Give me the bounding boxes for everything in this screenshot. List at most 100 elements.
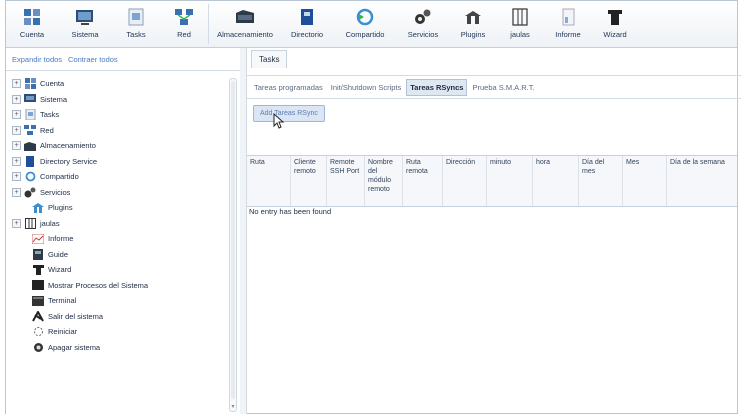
- column-header[interactable]: minuto: [487, 156, 533, 206]
- expand-icon[interactable]: +: [12, 94, 21, 104]
- tree-item-terminal[interactable]: Terminal: [6, 293, 228, 309]
- tree-item-directory-service[interactable]: + Directory Service: [6, 154, 228, 170]
- toolbar-tasks-button[interactable]: Tasks: [112, 1, 160, 47]
- toolbar-almacenamiento-button[interactable]: Almacenamiento: [209, 1, 281, 47]
- tree-item-plugins[interactable]: Plugins: [6, 200, 228, 216]
- expand-icon[interactable]: +: [12, 141, 21, 151]
- directory-icon: [297, 7, 317, 27]
- toolbar-jaulas-button[interactable]: jaulas: [497, 1, 543, 47]
- subtab-init-shutdown[interactable]: Init/Shutdown Scripts: [328, 80, 404, 95]
- toolbar-plugins-button[interactable]: Plugins: [449, 1, 497, 47]
- wizard-icon: [605, 7, 625, 27]
- shared-icon: [24, 171, 36, 183]
- storage-icon: [235, 7, 255, 27]
- tree-item-salir[interactable]: Salir del sistema: [6, 309, 228, 325]
- expand-all-link[interactable]: Expandir todos: [12, 55, 62, 64]
- tree-item-cuenta[interactable]: + Cuenta: [6, 76, 228, 92]
- subtab-tareas-rsyncs[interactable]: Tareas RSyncs: [406, 78, 468, 96]
- tree-item-tasks[interactable]: + Tasks: [6, 107, 228, 123]
- scroll-down-icon[interactable]: ▾: [230, 403, 236, 411]
- app-window: Cuenta Sistema Tasks Red Almacenamiento …: [5, 0, 741, 414]
- tree-item-guide[interactable]: Guide: [6, 247, 228, 263]
- tree-item-label: Tasks: [40, 110, 60, 120]
- tasks-icon: [126, 7, 146, 27]
- tree-item-label: Salir del sistema: [48, 311, 104, 321]
- column-header[interactable]: hora: [533, 156, 579, 206]
- toolbar-red-button[interactable]: Red: [160, 1, 208, 47]
- column-header[interactable]: Ruta: [247, 156, 291, 206]
- tree-item-almacenamiento[interactable]: + Almacenamiento: [6, 138, 228, 154]
- scrollbar-thumb[interactable]: [231, 81, 235, 399]
- top-toolbar: Cuenta Sistema Tasks Red Almacenamiento …: [6, 1, 737, 48]
- tree-item-jaulas[interactable]: + jaulas: [6, 216, 228, 232]
- tree-item-red[interactable]: + Red: [6, 123, 228, 139]
- navigation-panel: Expandir todos Contraer todos + Cuenta + S…: [6, 48, 241, 414]
- toolbar-label: Plugins: [460, 30, 486, 39]
- mouse-cursor-icon: [273, 113, 285, 129]
- column-header[interactable]: Ruta remota: [403, 156, 443, 206]
- subtab-prueba-smart[interactable]: Prueba S.M.A.R.T.: [469, 80, 537, 95]
- toolbar-label: Red: [177, 30, 191, 39]
- tree-item-label: Mostrar Procesos del Sistema: [48, 280, 149, 290]
- tree-item-label: Sistema: [40, 94, 68, 104]
- left-scrollbar[interactable]: ▾: [229, 78, 237, 412]
- table-header: Ruta Cliente remoto Remote SSH Port Nomb…: [247, 156, 737, 207]
- column-header[interactable]: Mes: [623, 156, 667, 206]
- toolbar-label: Tasks: [126, 30, 146, 39]
- tree-item-reiniciar[interactable]: Reiniciar: [6, 324, 228, 340]
- toolbar-cuenta-button[interactable]: Cuenta: [6, 1, 58, 47]
- tree-item-apagar[interactable]: Apagar sistema: [6, 340, 228, 356]
- expand-icon[interactable]: +: [12, 156, 21, 166]
- toolbar-label: Informe: [555, 30, 581, 39]
- toolbar-directorio-button[interactable]: Directorio: [281, 1, 333, 47]
- tree-item-wizard[interactable]: Wizard: [6, 262, 228, 278]
- report-icon: [32, 233, 44, 245]
- toolbar-compartido-button[interactable]: Compartido: [333, 1, 397, 47]
- tree-item-label: Reiniciar: [48, 327, 78, 337]
- shared-icon: [355, 7, 375, 27]
- column-header[interactable]: Nombre del módulo remoto: [365, 156, 403, 206]
- panel-splitter[interactable]: [240, 48, 247, 414]
- subtab-tareas-programadas[interactable]: Tareas programadas: [251, 80, 326, 95]
- expand-icon[interactable]: +: [12, 125, 21, 135]
- column-header[interactable]: Día de la semana: [667, 156, 737, 206]
- tree-item-label: Plugins: [48, 203, 73, 213]
- empty-table-message: No entry has been found: [249, 207, 332, 216]
- toolbar-servicios-button[interactable]: Servicios: [397, 1, 449, 47]
- expand-icon[interactable]: +: [12, 218, 21, 228]
- plugins-icon: [463, 7, 483, 27]
- tree-item-sistema[interactable]: + Sistema: [6, 92, 228, 108]
- toolbar-informe-button[interactable]: Informe: [543, 1, 593, 47]
- navigation-tree: + Cuenta + Sistema + Tasks + Red + Almacenami…: [6, 76, 228, 355]
- expand-icon[interactable]: +: [12, 110, 21, 120]
- tree-item-compartido[interactable]: + Compartido: [6, 169, 228, 185]
- rsync-tasks-table: Ruta Cliente remoto Remote SSH Port Nomb…: [247, 155, 737, 216]
- toolbar-label: Cuenta: [19, 30, 45, 39]
- toolbar-label: jaulas: [510, 30, 530, 39]
- main-tab-strip: Tasks: [247, 48, 737, 68]
- tree-item-servicios[interactable]: + Servicios: [6, 185, 228, 201]
- services-icon: [24, 186, 36, 198]
- toolbar-wizard-button[interactable]: Wizard: [593, 1, 637, 47]
- tree-item-informe[interactable]: Informe: [6, 231, 228, 247]
- main-panel: Tasks Tareas programadas Init/Shutdown S…: [247, 48, 741, 414]
- column-header[interactable]: Día del mes: [579, 156, 623, 206]
- tree-item-label: jaulas: [40, 218, 60, 228]
- expand-icon[interactable]: +: [12, 79, 21, 89]
- toolbar-label: Compartido: [345, 30, 385, 39]
- collapse-all-link[interactable]: Contraer todos: [68, 55, 118, 64]
- tree-item-label: Almacenamiento: [40, 141, 96, 151]
- expand-icon[interactable]: +: [12, 172, 21, 182]
- expand-icon[interactable]: +: [12, 187, 21, 197]
- column-header[interactable]: Remote SSH Port: [327, 156, 365, 206]
- tree-item-label: Informe: [48, 234, 74, 244]
- tree-item-label: Apagar sistema: [48, 342, 101, 352]
- toolbar-sistema-button[interactable]: Sistema: [58, 1, 112, 47]
- tree-item-mostrar-procesos[interactable]: Mostrar Procesos del Sistema: [6, 278, 228, 294]
- shutdown-icon: [32, 341, 44, 353]
- column-header[interactable]: Dirección: [443, 156, 487, 206]
- add-rsync-task-button[interactable]: Add Tareas RSync: [253, 104, 325, 122]
- column-header[interactable]: Cliente remoto: [291, 156, 327, 206]
- tree-item-label: Servicios: [40, 187, 71, 197]
- tab-tasks[interactable]: Tasks: [251, 50, 288, 68]
